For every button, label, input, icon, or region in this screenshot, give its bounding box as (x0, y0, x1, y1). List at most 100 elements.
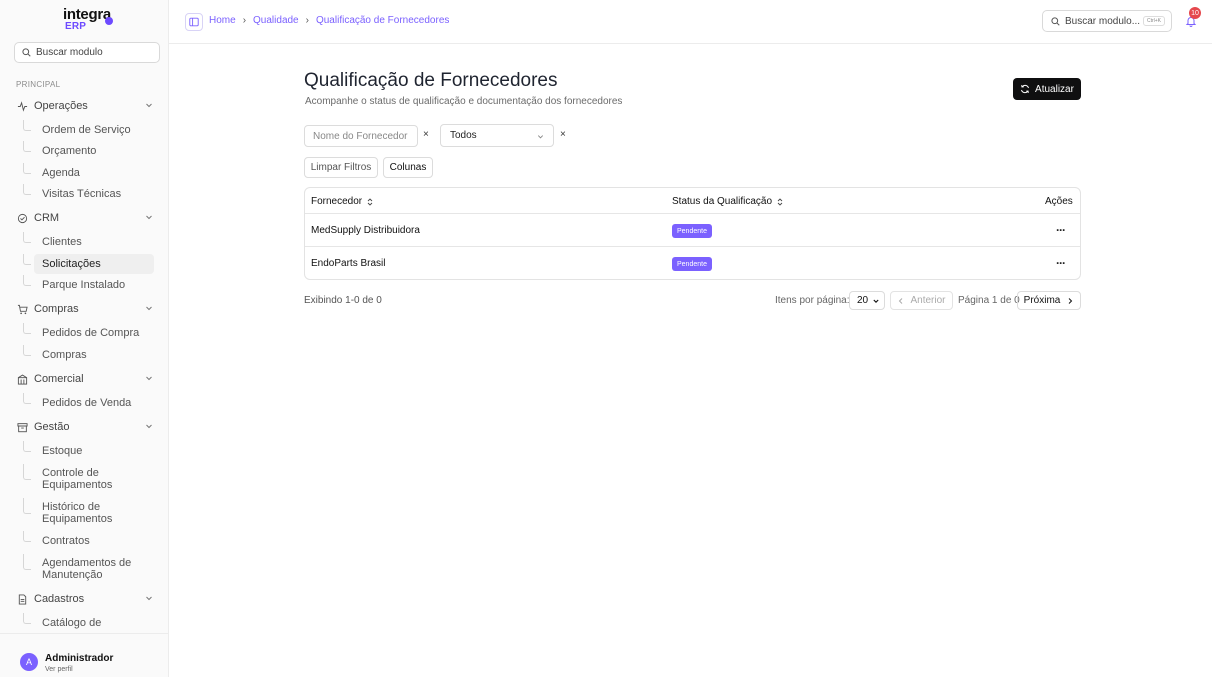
sidebar-item-clientes[interactable]: Clientes (23, 232, 154, 252)
breadcrumb: Home › Qualidade › Qualificação de Forne… (209, 15, 449, 26)
supplier-name-filter-placeholder: Nome do Fornecedor (313, 130, 408, 142)
next-page-label: Próxima (1023, 295, 1061, 306)
logo-subtext: ERP (65, 21, 87, 32)
view-profile-link[interactable]: Ver perfil (45, 666, 73, 673)
clear-status-filter-icon[interactable]: × (560, 129, 566, 140)
nav-group-crm[interactable]: CRM (16, 208, 154, 228)
logo-dot-icon (105, 17, 113, 25)
sidebar-search-placeholder: Buscar modulo (36, 47, 103, 58)
suppliers-table: Fornecedor Status da Qualificação Ações … (304, 187, 1081, 280)
sidebar-item-agendamentos-de-manutencao[interactable]: Agendamentos de Manutenção (23, 554, 154, 584)
sidebar-item-historico-de-equipamentos[interactable]: Histórico de Equipamentos (23, 498, 154, 528)
sort-icon (367, 197, 373, 206)
clear-filters-button[interactable]: Limpar Filtros (304, 157, 378, 178)
per-page-label: Itens por página: (775, 295, 850, 306)
table-row[interactable]: EndoParts Brasil Pendente ··· (305, 247, 1080, 279)
supplier-name-filter-input[interactable]: Nome do Fornecedor (304, 125, 418, 147)
check-circle-icon (16, 212, 28, 224)
chevron-left-icon (899, 297, 903, 304)
nav-group-operacoes[interactable]: Operações (16, 96, 154, 116)
columns-button[interactable]: Colunas (383, 157, 433, 178)
breadcrumb-current[interactable]: Qualificação de Fornecedores (316, 15, 449, 26)
sidebar-item-controle-de-equipamentos[interactable]: Controle de Equipamentos (23, 464, 154, 494)
chevron-down-icon (146, 306, 152, 311)
per-page-value: 20 (857, 295, 869, 306)
sidebar-search-input[interactable]: Buscar modulo (14, 42, 160, 63)
previous-page-button[interactable]: Anterior (890, 291, 953, 310)
column-header-label: Status da Qualificação (672, 196, 773, 207)
sort-icon (777, 197, 783, 206)
supplier-name: MedSupply Distribuidora (311, 225, 420, 236)
sidebar-item-agenda[interactable]: Agenda (23, 163, 154, 183)
shortcut-badge: Ctrl+K (1142, 16, 1165, 26)
nav-group-compras[interactable]: Compras (16, 299, 154, 319)
global-search-input[interactable]: Buscar modulo... Ctrl+K (1042, 10, 1172, 32)
column-header-label: Fornecedor (311, 196, 363, 207)
column-header-label: Ações (1045, 196, 1073, 207)
refresh-icon (1021, 84, 1030, 94)
sidebar-item-pedidos-de-venda[interactable]: Pedidos de Venda (23, 393, 154, 413)
nav-group-label: CRM (34, 212, 60, 224)
page-title: Qualificação de Fornecedores (304, 70, 558, 91)
nav-group-label: Compras (34, 303, 79, 315)
status-badge: Pendente (672, 257, 712, 271)
sidebar-toggle-button[interactable] (185, 13, 203, 31)
column-header-fornecedor[interactable]: Fornecedor (311, 196, 374, 207)
column-header-acoes: Ações (1045, 196, 1073, 207)
row-actions-button[interactable]: ··· (1056, 256, 1066, 270)
refresh-button[interactable]: Atualizar (1013, 78, 1081, 100)
user-name: Administrador (45, 653, 114, 664)
building-icon (16, 373, 28, 385)
sidebar-item-compras[interactable]: Compras (23, 345, 154, 365)
status-badge: Pendente (672, 224, 712, 238)
previous-page-label: Anterior (910, 295, 946, 306)
cart-icon (16, 303, 28, 315)
row-actions-button[interactable]: ··· (1056, 223, 1066, 237)
sidebar-item-visitas-tecnicas[interactable]: Visitas Técnicas (23, 184, 154, 204)
avatar: A (20, 653, 38, 671)
breadcrumb-qualidade[interactable]: Qualidade (253, 15, 299, 26)
sidebar-item-pedidos-de-compra[interactable]: Pedidos de Compra (23, 323, 154, 343)
nav-group-label: Cadastros (34, 593, 85, 605)
sidebar-item-solicitacoes[interactable]: Solicitações (23, 254, 154, 274)
clear-name-filter-icon[interactable]: × (423, 129, 429, 140)
nav-section-label: PRINCIPAL (16, 80, 61, 89)
sidebar-item-estoque[interactable]: Estoque (23, 441, 154, 461)
chevron-down-icon (146, 215, 152, 220)
archive-icon (16, 421, 28, 433)
breadcrumb-home[interactable]: Home (209, 15, 236, 26)
refresh-label: Atualizar (1035, 83, 1074, 95)
sidebar-item-orcamento[interactable]: Orçamento (23, 141, 154, 161)
chevron-down-icon (146, 103, 152, 108)
activity-icon (16, 100, 28, 112)
nav-group-cadastros[interactable]: Cadastros (16, 589, 154, 609)
sidebar-toggle-icon (189, 17, 199, 27)
chevron-down-icon (146, 596, 152, 601)
per-page-select[interactable]: 20 (849, 291, 885, 310)
notification-count-badge: 10 (1189, 7, 1201, 19)
column-header-status[interactable]: Status da Qualificação (672, 196, 784, 207)
search-icon (1051, 16, 1060, 26)
supplier-name: EndoParts Brasil (311, 258, 386, 269)
breadcrumb-separator-icon: › (242, 15, 247, 26)
sidebar: integra ERP Buscar modulo PRINCIPAL Oper… (0, 0, 169, 677)
nav-group-label: Gestão (34, 421, 70, 433)
nav-group-comercial[interactable]: Comercial (16, 369, 154, 389)
nav-group-gestao[interactable]: Gestão (16, 417, 154, 437)
next-page-button[interactable]: Próxima (1017, 291, 1081, 310)
chevron-down-icon (873, 299, 879, 303)
sidebar-item-catalogo[interactable]: Catálogo de (23, 613, 154, 632)
sidebar-item-contratos[interactable]: Contratos (23, 531, 154, 551)
file-icon (16, 593, 28, 605)
results-summary: Exibindo 1-0 de 0 (304, 295, 382, 306)
logo[interactable]: integra ERP (63, 6, 123, 34)
chevron-down-icon (146, 376, 152, 381)
sidebar-item-parque-instalado[interactable]: Parque Instalado (23, 275, 154, 295)
global-search-placeholder: Buscar modulo... (1065, 15, 1141, 27)
sidebar-nav: PRINCIPAL Operações Ordem de Serviço Orç… (0, 76, 169, 632)
table-header: Fornecedor Status da Qualificação Ações (305, 188, 1080, 214)
status-filter-select[interactable]: Todos (440, 124, 554, 147)
sidebar-item-ordem-de-servico[interactable]: Ordem de Serviço (23, 120, 154, 140)
user-profile[interactable]: A Administrador Ver perfil (0, 633, 169, 677)
table-row[interactable]: MedSupply Distribuidora Pendente ··· (305, 214, 1080, 247)
